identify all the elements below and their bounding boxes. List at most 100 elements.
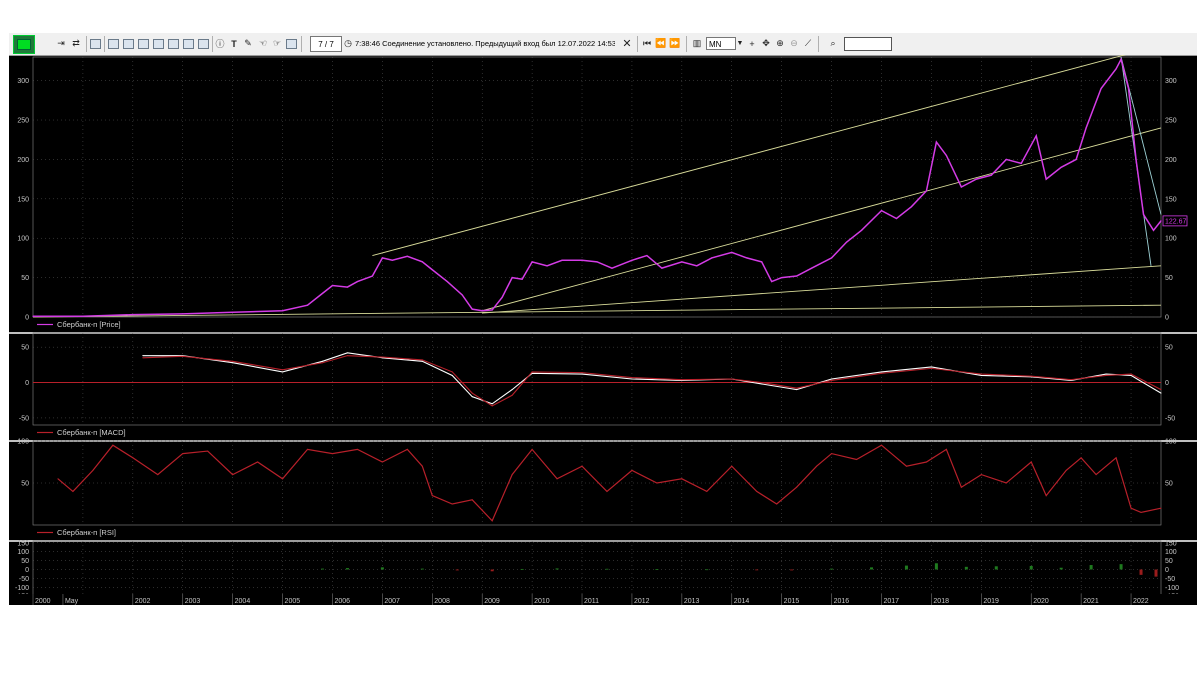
macd-point [681, 379, 683, 381]
rsi-point [656, 482, 658, 484]
trading-terminal-window: ⇥ ⇄ ⓘ T ✎ ☜ ☞ 7 / 7 ◷ 7:38:46 Соединение… [9, 33, 1197, 605]
zoom-in-icon[interactable]: ⊕ [774, 36, 786, 51]
x-tick-label: 2008 [434, 598, 450, 605]
price-point [306, 304, 309, 306]
price-point [446, 280, 448, 283]
page-indicator[interactable]: 7 / 7 [310, 36, 342, 52]
trades-icon[interactable] [167, 36, 179, 51]
x-tick-label: 2003 [185, 598, 201, 605]
connection-status: 7:38:46 Соединение установлено. Предыдущ… [355, 39, 615, 48]
rsi-point [960, 486, 962, 488]
ao-bar [904, 565, 908, 570]
y-tick-left-ao: 150 [17, 540, 29, 547]
x-tick-label: 2012 [634, 598, 650, 605]
info-icon[interactable]: ⓘ [214, 36, 226, 51]
close-icon[interactable]: ✕ [621, 36, 633, 51]
hand-tool-icon[interactable]: ☜ [257, 36, 269, 51]
connect-icon[interactable]: ⇄ [69, 36, 83, 51]
macd-point [1105, 373, 1107, 375]
y-tick-right-ao: 50 [1165, 558, 1173, 565]
print-icon[interactable] [285, 36, 297, 51]
y-tick-right-macd: -50 [1165, 415, 1175, 422]
y-tick-right-price: 150 [1165, 196, 1177, 203]
rsi-point [1065, 469, 1067, 471]
ruler-icon[interactable]: ⟋ [802, 36, 814, 51]
window-icon[interactable] [107, 36, 119, 51]
next-icon[interactable]: ⏩ [669, 36, 681, 51]
price-point [371, 275, 373, 277]
x-tick-label: 2006 [334, 598, 350, 605]
rsi-point [57, 478, 59, 480]
price-point [830, 257, 833, 259]
rsi-point [257, 461, 259, 463]
previous-icon[interactable]: ⏪ [655, 36, 667, 51]
search-input[interactable] [844, 37, 892, 51]
x-tick-label: May [65, 598, 79, 605]
ao-bar [1089, 565, 1093, 570]
add-indicator-icon[interactable]: + [746, 36, 758, 51]
crosshair-icon[interactable]: ✥ [760, 36, 772, 51]
x-tick-label: 2005 [285, 598, 301, 605]
zoom-out-icon[interactable]: ⊖ [788, 36, 800, 51]
price-point [611, 267, 613, 269]
text-tool-icon[interactable]: T [228, 36, 240, 51]
rsi-point [681, 478, 683, 480]
price-point [232, 311, 234, 313]
ao-bar [1154, 569, 1158, 577]
macd-point [232, 362, 234, 364]
rsi-point [756, 490, 758, 492]
macd-point [511, 389, 513, 391]
rsi-point [1160, 507, 1162, 509]
rsi-point [1130, 507, 1132, 509]
timeframe-select[interactable]: MN [706, 37, 736, 50]
chart-type-icon[interactable]: ▥ [691, 36, 703, 51]
price-point [661, 267, 663, 269]
price-point [1060, 166, 1062, 168]
quotes-icon[interactable] [137, 36, 149, 51]
refresh-icon[interactable] [89, 36, 101, 51]
macd-point [796, 389, 798, 391]
drawing-tool-icon[interactable]: ✎ [242, 36, 254, 51]
price-point [1115, 68, 1117, 70]
chevron-down-icon[interactable]: ▼ [736, 36, 744, 51]
macd-point [451, 371, 453, 373]
price-point [1160, 220, 1162, 222]
macd-point [491, 405, 493, 407]
y-tick-left-macd: 50 [21, 345, 29, 352]
macd-point [831, 378, 833, 380]
arrow-right-icon[interactable]: ⇥ [54, 36, 68, 51]
x-tick-label: 2010 [534, 598, 550, 605]
rsi-point [92, 469, 94, 471]
hand-pan-icon[interactable]: ☞ [271, 36, 283, 51]
price-point [990, 174, 992, 176]
macd-point [451, 374, 453, 376]
status-message: Соединение установлено. Предыдущий вход … [382, 39, 615, 48]
y-tick-left-rsi: 100 [17, 439, 29, 446]
y-tick-right-ao: 0 [1165, 567, 1169, 574]
x-tick-label: 2013 [684, 598, 700, 605]
edit-icon[interactable] [197, 36, 209, 51]
y-tick-left-macd: 0 [25, 380, 29, 387]
ao-bar [790, 569, 794, 571]
ao-bar [455, 569, 459, 571]
orders-icon[interactable] [152, 36, 164, 51]
price-point [581, 259, 583, 261]
y-tick-right-rsi: 50 [1165, 481, 1173, 488]
price-point [880, 210, 883, 212]
search-icon[interactable]: ⌕ [827, 36, 839, 51]
portfolio-icon[interactable] [182, 36, 194, 51]
rsi-point [157, 474, 159, 476]
panel-macd [32, 332, 1162, 426]
table-icon[interactable] [122, 36, 134, 51]
price-point [321, 292, 324, 294]
price-point [1075, 158, 1077, 161]
history-icon[interactable]: ◷ [342, 36, 354, 51]
chart-area[interactable]: 0 050 50100 100150 150200 200250 250300 300Сбер… [9, 55, 1197, 605]
rsi-point [556, 478, 558, 480]
price-point [746, 257, 748, 259]
price-point [1085, 127, 1087, 129]
first-page-icon[interactable]: ⏮ [641, 36, 653, 51]
ao-bar [964, 566, 968, 570]
ao-bar [1119, 564, 1123, 570]
app-logo-icon[interactable] [13, 35, 35, 54]
